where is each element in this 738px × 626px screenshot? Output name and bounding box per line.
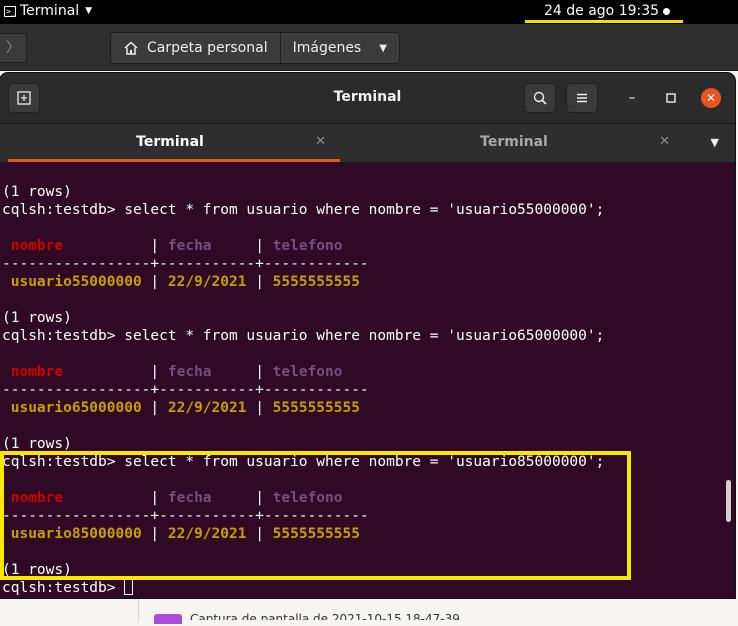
column-separator: |: [255, 364, 273, 380]
command-line: cqlsh:testdb> select * from usuario wher…: [2, 202, 605, 218]
app-name: Terminal: [20, 3, 80, 19]
minimize-button[interactable]: –: [622, 88, 642, 108]
terminal-icon: >_: [4, 5, 16, 17]
breadcrumb: Carpeta personal Imágenes ▼: [110, 32, 400, 64]
output-line: (1 rows): [2, 184, 72, 200]
active-tab-indicator: [8, 159, 340, 162]
table-header: nombre | fecha | telefono: [2, 489, 343, 507]
cell-nombre: usuario85000000: [2, 526, 151, 542]
column-header-fecha: fecha: [167, 490, 256, 506]
table-header: nombre | fecha | telefono: [2, 237, 343, 255]
sidebar-divider: [138, 598, 139, 622]
maximize-icon: [666, 93, 676, 103]
chevron-down-icon[interactable]: ▼: [379, 43, 387, 54]
column-separator: |: [255, 490, 273, 506]
command-line: cqlsh:testdb> select * from usuario wher…: [2, 454, 605, 470]
cell-nombre: usuario65000000: [2, 400, 151, 416]
file-manager-content: Captura de pantalla de 2021-10-15 18-47-…: [0, 598, 738, 624]
image-file-icon[interactable]: [154, 614, 182, 624]
tab-terminal-2[interactable]: Terminal ✕: [344, 124, 684, 162]
column-header-nombre: nombre: [2, 238, 151, 254]
cell-telefono: 5555555555: [272, 400, 360, 416]
tab-terminal-1[interactable]: Terminal ✕: [0, 124, 340, 162]
breadcrumb-images-label: Imágenes: [292, 40, 362, 56]
column-header-nombre: nombre: [2, 490, 151, 506]
prompt: cqlsh:testdb>: [2, 580, 125, 596]
tab-label: Terminal: [136, 134, 204, 150]
column-separator: |: [150, 238, 168, 254]
hamburger-icon: [577, 93, 587, 103]
top-bar: >_ Terminal ▼ 24 de ago 19:35: [0, 0, 738, 24]
column-separator: |: [150, 274, 168, 290]
cell-fecha: 22/9/2021: [167, 400, 256, 416]
menu-button[interactable]: [566, 83, 598, 113]
file-name[interactable]: Captura de pantalla de 2021-10-15 18-47-…: [190, 612, 460, 620]
column-header-nombre: nombre: [2, 364, 151, 380]
tab-bar: Terminal ✕ Terminal ✕ ▼: [0, 124, 735, 163]
output-line: (1 rows): [2, 436, 72, 452]
minimize-icon: –: [628, 90, 636, 106]
scrollbar-track[interactable]: [722, 163, 735, 598]
table-header: nombre | fecha | telefono: [2, 363, 343, 381]
maximize-button[interactable]: [661, 88, 681, 108]
close-icon: ✕: [705, 91, 717, 105]
new-tab-button[interactable]: [8, 83, 40, 113]
column-separator: |: [150, 526, 168, 542]
column-separator: |: [150, 400, 168, 416]
table-row: usuario85000000 | 22/9/2021 | 5555555555: [2, 525, 360, 543]
clock-highlight-underline: [525, 20, 683, 23]
breadcrumb-images[interactable]: Imágenes ▼: [280, 33, 399, 63]
cell-telefono: 5555555555: [272, 274, 360, 290]
output-line: (1 rows): [2, 310, 72, 326]
text-cursor: [124, 579, 134, 595]
tab-close-icon[interactable]: ✕: [659, 134, 670, 149]
cell-fecha: 22/9/2021: [167, 526, 256, 542]
column-header-telefono: telefono: [272, 238, 343, 254]
scrollbar-thumb[interactable]: [726, 480, 731, 522]
column-separator: |: [255, 274, 273, 290]
new-tab-icon: [17, 91, 31, 105]
column-separator: |: [150, 364, 168, 380]
app-menu[interactable]: >_ Terminal ▼: [4, 3, 92, 19]
column-header-telefono: telefono: [272, 364, 343, 380]
tab-label: Terminal: [480, 134, 548, 150]
column-separator: |: [150, 490, 168, 506]
column-separator: |: [255, 526, 273, 542]
table-row: usuario55000000 | 22/9/2021 | 5555555555: [2, 273, 360, 291]
tab-close-icon[interactable]: ✕: [315, 134, 326, 149]
notification-dot-icon: [663, 8, 670, 15]
table-divider: -----------------+-----------+----------…: [2, 508, 369, 524]
cell-telefono: 5555555555: [272, 526, 360, 542]
table-divider: -----------------+-----------+----------…: [2, 256, 369, 272]
table-row: usuario65000000 | 22/9/2021 | 5555555555: [2, 399, 360, 417]
search-icon: [533, 91, 547, 105]
column-separator: |: [255, 400, 273, 416]
command-line: cqlsh:testdb> select * from usuario wher…: [2, 328, 605, 344]
close-button[interactable]: ✕: [701, 88, 721, 108]
cell-fecha: 22/9/2021: [167, 274, 256, 290]
terminal-output[interactable]: (1 rows) cqlsh:testdb> select * from usu…: [0, 163, 722, 598]
column-header-telefono: telefono: [272, 490, 343, 506]
output-line: (1 rows): [2, 562, 72, 578]
column-header-fecha: fecha: [167, 364, 256, 380]
chevron-right-icon[interactable]: 〉: [0, 33, 27, 63]
search-button[interactable]: [524, 83, 556, 113]
breadcrumb-home-label: Carpeta personal: [147, 40, 268, 56]
terminal-headerbar: Terminal – ✕: [0, 73, 735, 124]
column-header-fecha: fecha: [167, 238, 256, 254]
column-separator: |: [255, 238, 273, 254]
table-divider: -----------------+-----------+----------…: [2, 382, 369, 398]
prompt-line[interactable]: cqlsh:testdb>: [2, 579, 134, 597]
breadcrumb-home[interactable]: Carpeta personal: [111, 33, 281, 63]
cell-nombre: usuario55000000: [2, 274, 151, 290]
home-icon: [124, 41, 138, 55]
file-manager-toolbar: 〉 Carpeta personal Imágenes ▼: [0, 24, 738, 71]
clock[interactable]: 24 de ago 19:35: [544, 3, 659, 19]
tabs-menu-caret-icon[interactable]: ▼: [711, 136, 719, 149]
terminal-window: Terminal – ✕ Terminal ✕ Terminal ✕ ▼ (1 …: [0, 73, 735, 598]
caret-down-icon: ▼: [85, 6, 93, 16]
